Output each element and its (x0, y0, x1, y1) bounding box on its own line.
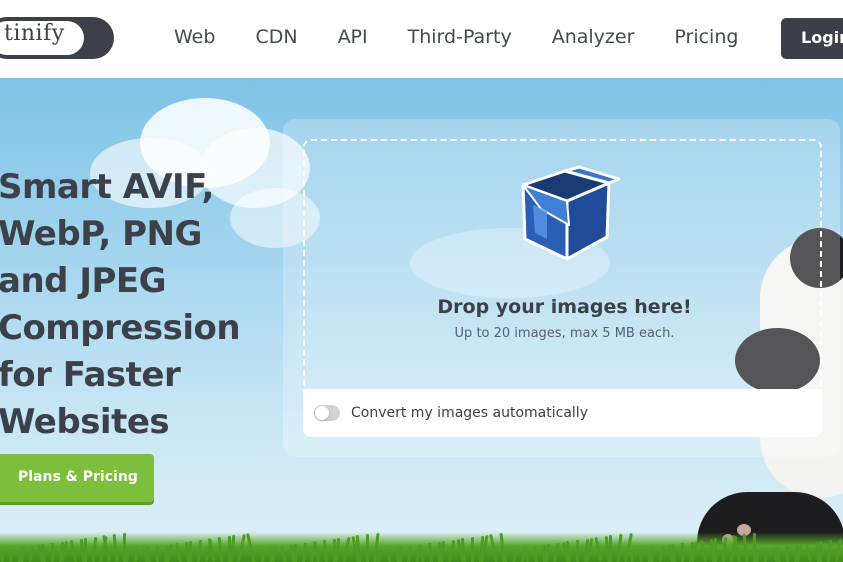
nav-web[interactable]: Web (174, 26, 215, 48)
grass-blade (819, 541, 822, 562)
grass-blade (84, 538, 87, 562)
login-button[interactable]: Login (781, 18, 843, 59)
grass-blade (156, 546, 159, 562)
nav-api[interactable]: API (338, 26, 368, 48)
upload-card: Drop your images here! Up to 20 images, … (283, 119, 840, 457)
logo-text: tinify (4, 21, 65, 46)
headline-line: Smart AVIF, (0, 167, 214, 207)
grass-blade (261, 549, 264, 562)
convert-toggle-label[interactable]: Convert my images automatically (351, 405, 588, 421)
hero-headline: Smart AVIF, WebP, PNG and JPEG Compressi… (0, 164, 241, 446)
grass-blade (681, 543, 684, 562)
drop-subtitle: Up to 20 images, max 5 MB each. (454, 326, 675, 341)
grass-blade (189, 541, 192, 562)
hero-section: Smart AVIF, WebP, PNG and JPEG Compressi… (0, 78, 843, 562)
headline-line: WebP, PNG (0, 214, 202, 254)
convert-toggle[interactable] (314, 405, 340, 421)
plans-pricing-button[interactable]: Plans & Pricing (0, 454, 154, 502)
main-nav: Web CDN API Third-Party Analyzer Pricing (174, 26, 778, 48)
nav-analyzer[interactable]: Analyzer (552, 26, 635, 48)
toggle-knob (315, 406, 329, 420)
grass-blade (714, 538, 717, 562)
grass-blade (51, 543, 54, 562)
site-header: tinify Web CDN API Third-Party Analyzer … (0, 0, 843, 78)
grass-blade (609, 535, 612, 562)
headline-line: for Faster (0, 355, 181, 395)
box-icon (521, 165, 621, 261)
nav-third-party[interactable]: Third-Party (408, 26, 512, 48)
grass-blade (576, 540, 579, 562)
drop-title: Drop your images here! (437, 296, 692, 318)
grass-blade (504, 550, 507, 562)
grass-blade (294, 544, 297, 562)
nav-cdn[interactable]: CDN (255, 26, 297, 48)
headline-line: Compression (0, 308, 241, 348)
grass-blade (399, 547, 402, 562)
convert-toggle-bar: Convert my images automatically (303, 389, 822, 437)
grass-blade (786, 546, 789, 562)
grass-blade (471, 537, 474, 562)
headline-line: Websites (0, 402, 170, 442)
headline-line: and JPEG (0, 261, 167, 301)
tinify-logo[interactable]: tinify (0, 17, 114, 59)
nav-pricing[interactable]: Pricing (674, 26, 738, 48)
drop-zone[interactable]: Drop your images here! Up to 20 images, … (303, 139, 822, 397)
grass-blade (366, 534, 369, 562)
